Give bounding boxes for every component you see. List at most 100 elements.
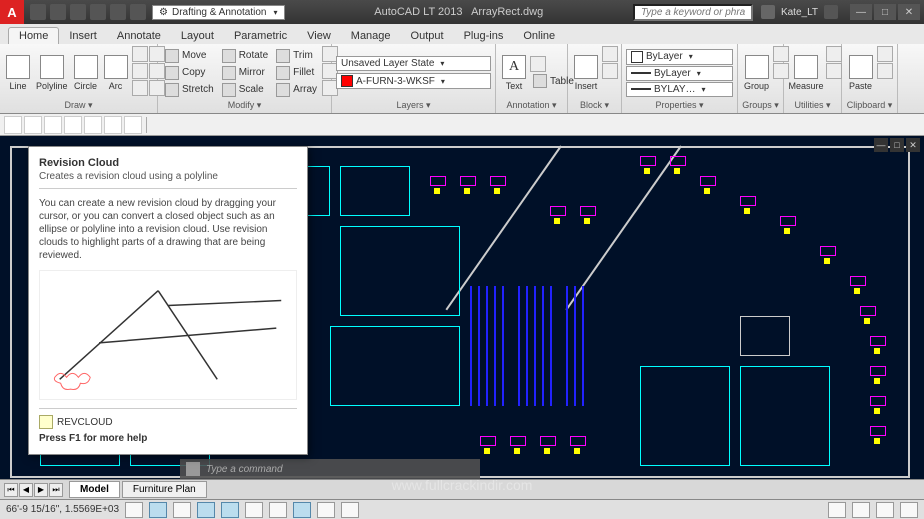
ortho-toggle[interactable] — [173, 502, 191, 518]
tb-rectangle-icon[interactable] — [84, 116, 102, 134]
panel-properties-title[interactable]: Properties ▾ — [626, 99, 733, 111]
sc-toggle[interactable] — [341, 502, 359, 518]
tab-output[interactable]: Output — [401, 28, 454, 44]
tab-manage[interactable]: Manage — [341, 28, 401, 44]
tab-annotate[interactable]: Annotate — [107, 28, 171, 44]
measure-button[interactable]: Measure — [788, 46, 824, 99]
tab-plugins[interactable]: Plug-ins — [454, 28, 514, 44]
tab-online[interactable]: Online — [513, 28, 565, 44]
panel-utilities-title[interactable]: Utilities ▾ — [788, 99, 837, 111]
gear-icon: ⚙ — [159, 7, 168, 18]
modelspace-toggle[interactable] — [828, 502, 846, 518]
qat-redo-icon[interactable] — [130, 4, 146, 20]
signin-icon[interactable] — [761, 5, 775, 19]
mirror-button[interactable]: Mirror — [219, 65, 271, 81]
paste-button[interactable]: Paste — [846, 46, 875, 99]
doc-close-button[interactable]: ✕ — [906, 138, 920, 152]
select-icon[interactable] — [826, 46, 842, 62]
panel-draw-title[interactable]: Draw ▾ — [4, 99, 153, 111]
fillet-button[interactable]: Fillet — [273, 65, 320, 81]
create-block-icon[interactable] — [602, 46, 618, 62]
text-icon: A — [502, 55, 526, 79]
exchange-icon[interactable] — [824, 5, 838, 19]
tb-arc-icon[interactable] — [104, 116, 122, 134]
workspace-toggle[interactable] — [876, 502, 894, 518]
insert-block-button[interactable]: Insert — [572, 46, 600, 99]
annoscale-toggle[interactable] — [852, 502, 870, 518]
doc-restore-button[interactable]: □ — [890, 138, 904, 152]
layout-tab-furniture-plan[interactable]: Furniture Plan — [122, 481, 207, 498]
snap-toggle[interactable] — [125, 502, 143, 518]
tb-line-icon[interactable] — [4, 116, 22, 134]
color-combo[interactable]: ByLayer — [626, 49, 733, 65]
tb-polyline-icon[interactable] — [44, 116, 62, 134]
polyline-button[interactable]: Polyline — [34, 46, 70, 99]
arc-button[interactable]: Arc — [102, 46, 130, 99]
layout-tab-model[interactable]: Model — [69, 481, 120, 498]
ellipse-icon[interactable] — [132, 63, 148, 79]
layer-current-combo[interactable]: A-FURN-3-WKSF — [336, 73, 491, 89]
tb-construction-icon[interactable] — [24, 116, 42, 134]
move-button[interactable]: Move — [162, 48, 217, 64]
panel-modify-title[interactable]: Modify ▾ — [162, 99, 327, 111]
qp-toggle[interactable] — [317, 502, 335, 518]
cut-icon[interactable] — [877, 46, 893, 62]
tb-circle-icon[interactable] — [124, 116, 142, 134]
polar-toggle[interactable] — [197, 502, 215, 518]
copy-clip-icon[interactable] — [877, 63, 893, 79]
linetype-combo[interactable]: BYLAY… — [626, 82, 733, 97]
workspace-switcher[interactable]: ⚙ Drafting & Annotation — [152, 5, 285, 20]
stretch-button[interactable]: Stretch — [162, 82, 217, 98]
point-icon[interactable] — [132, 80, 148, 96]
calc-icon[interactable] — [826, 63, 842, 79]
help-search-input[interactable] — [633, 4, 753, 21]
qat-open-icon[interactable] — [50, 4, 66, 20]
tab-layout[interactable]: Layout — [171, 28, 224, 44]
dimension-icon[interactable] — [530, 56, 546, 72]
osnap-toggle[interactable] — [221, 502, 239, 518]
tab-home[interactable]: Home — [8, 27, 59, 44]
trim-button[interactable]: Trim — [273, 48, 320, 64]
panel-clipboard-title[interactable]: Clipboard ▾ — [846, 99, 893, 111]
layout-last-button[interactable]: ⏭ — [49, 483, 63, 497]
layout-first-button[interactable]: ⏮ — [4, 483, 18, 497]
cleanscreen-toggle[interactable] — [900, 502, 918, 518]
maximize-button[interactable]: □ — [874, 4, 896, 20]
qat-save-icon[interactable] — [70, 4, 86, 20]
panel-layers-title[interactable]: Layers ▾ — [336, 99, 491, 111]
minimize-button[interactable]: — — [850, 4, 872, 20]
edit-block-icon[interactable] — [602, 63, 618, 79]
qat-plot-icon[interactable] — [90, 4, 106, 20]
rectangle-icon[interactable] — [132, 46, 148, 62]
user-name[interactable]: Kate_LT — [781, 7, 818, 18]
tab-view[interactable]: View — [297, 28, 341, 44]
app-menu-button[interactable]: A — [0, 0, 24, 24]
scale-button[interactable]: Scale — [219, 82, 271, 98]
panel-groups-title[interactable]: Groups ▾ — [742, 99, 779, 111]
tb-polygon-icon[interactable] — [64, 116, 82, 134]
group-button[interactable]: Group — [742, 46, 771, 99]
grid-toggle[interactable] — [149, 502, 167, 518]
otrack-toggle[interactable] — [245, 502, 263, 518]
text-button[interactable]: AText — [500, 46, 528, 99]
panel-block-title[interactable]: Block ▾ — [572, 99, 617, 111]
layout-next-button[interactable]: ▶ — [34, 483, 48, 497]
lineweight-combo[interactable]: ByLayer — [626, 66, 733, 81]
qat-new-icon[interactable] — [30, 4, 46, 20]
layer-state-combo[interactable]: Unsaved Layer State — [336, 56, 491, 71]
copy-button[interactable]: Copy — [162, 65, 217, 81]
qat-undo-icon[interactable] — [110, 4, 126, 20]
doc-minimize-button[interactable]: — — [874, 138, 888, 152]
lweight-toggle[interactable] — [269, 502, 287, 518]
layout-prev-button[interactable]: ◀ — [19, 483, 33, 497]
tab-insert[interactable]: Insert — [59, 28, 107, 44]
panel-annotation-title[interactable]: Annotation ▾ — [500, 99, 563, 111]
rotate-button[interactable]: Rotate — [219, 48, 271, 64]
dyninput-toggle[interactable] — [293, 502, 311, 518]
close-button[interactable]: ✕ — [898, 4, 920, 20]
command-line[interactable]: Type a command — [180, 459, 480, 479]
tab-parametric[interactable]: Parametric — [224, 28, 297, 44]
circle-button[interactable]: Circle — [72, 46, 100, 99]
array-button[interactable]: Array — [273, 82, 320, 98]
line-button[interactable]: Line — [4, 46, 32, 99]
